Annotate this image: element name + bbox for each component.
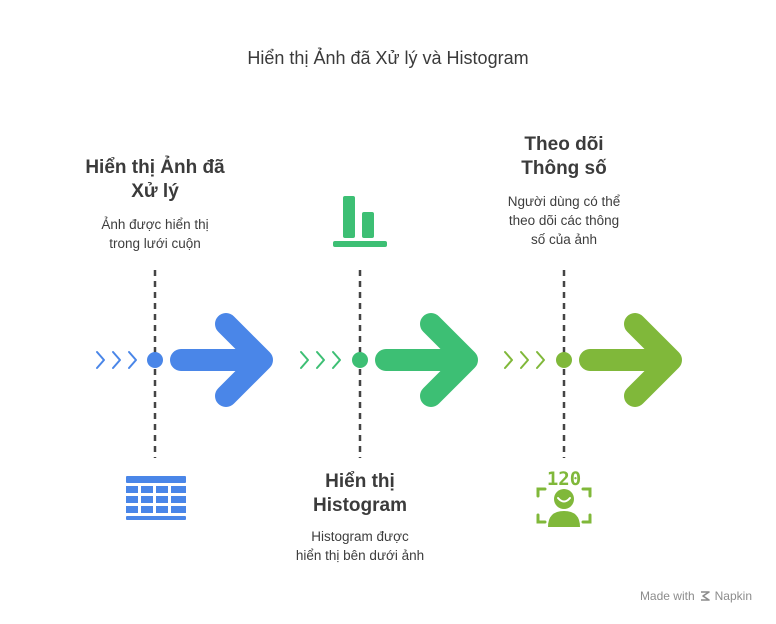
step-3-arrow-icon <box>579 313 682 407</box>
grid-table-icon <box>126 476 186 520</box>
step-3-chevrons <box>504 351 545 369</box>
step-2-description: Histogram được hiển thị bên dưới ảnh <box>295 529 425 563</box>
napkin-logo-icon <box>700 591 710 601</box>
svg-text:120: 120 <box>547 468 581 490</box>
made-with-label: Made with <box>639 589 695 603</box>
step-3-heading: Theo dõi Thông số <box>521 134 607 179</box>
napkin-brand: Napkin <box>714 589 752 603</box>
step-1-heading: Hiển thị Ảnh đã Xử lý <box>85 157 225 202</box>
step-2-heading: Hiển thị Histogram <box>313 471 407 516</box>
step-2-arrow-icon <box>375 313 478 407</box>
step-1-arrow-icon <box>170 313 273 407</box>
step-1-description: Ảnh được hiển thị trong lưới cuộn <box>101 217 209 251</box>
face-tracking-icon: 120 <box>536 468 592 527</box>
step-1-chevrons <box>96 351 137 369</box>
step-3-description: Người dùng có thể theo dõi các thông số … <box>507 194 621 247</box>
napkin-watermark[interactable]: Made with Napkin <box>640 589 752 603</box>
step-2-dot <box>352 352 368 368</box>
step-3-dot <box>556 352 572 368</box>
bar-chart-icon <box>333 196 387 247</box>
step-1-dot <box>147 352 163 368</box>
step-2-chevrons <box>300 351 341 369</box>
